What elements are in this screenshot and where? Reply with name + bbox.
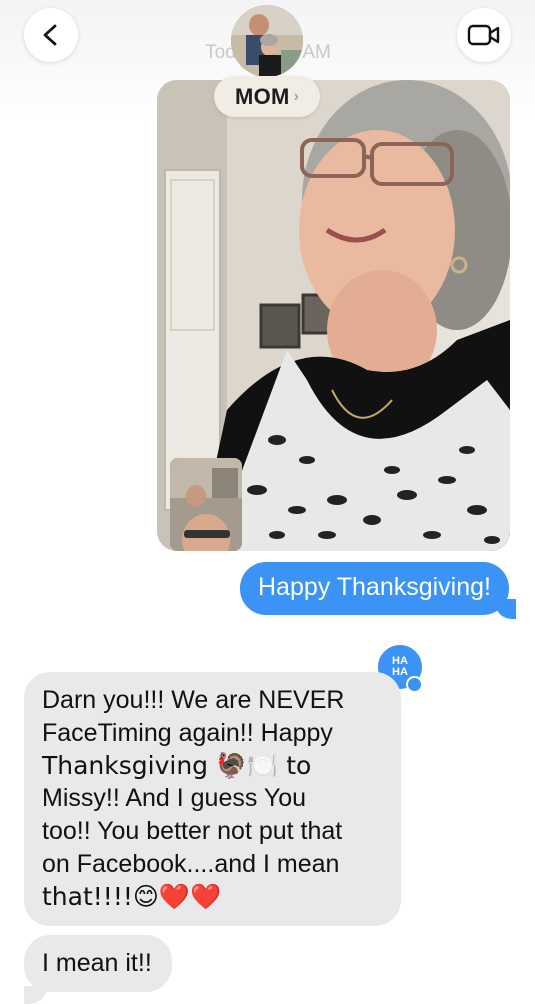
outgoing-message-bubble[interactable]: Happy Thanksgiving! — [239, 562, 517, 619]
back-button[interactable] — [24, 8, 78, 62]
facetime-screenshot-image[interactable] — [157, 80, 510, 551]
message-line: that!!!!😊❤️❤️ — [42, 881, 222, 911]
facetime-video-button[interactable] — [457, 8, 511, 62]
message-line: Missy!! And I guess You — [42, 784, 307, 813]
contact-name: MOM — [235, 83, 290, 109]
message-line: on Facebook....and I mean — [42, 849, 340, 878]
contact-avatar[interactable] — [231, 5, 303, 77]
message-line: Thanksgiving 🦃🍽️ to — [42, 750, 312, 780]
message-line: FaceTiming again!! Happy — [42, 718, 333, 747]
message-line: too!! You better not put that — [42, 817, 343, 846]
message-line: Darn you!!! We are NEVER — [42, 686, 345, 714]
tapback-label-bottom: HA — [392, 666, 408, 678]
contact-name-button[interactable]: MOM › — [214, 76, 320, 117]
incoming-message-bubble-2[interactable]: I mean it!! — [24, 935, 172, 992]
chevron-left-icon — [43, 24, 57, 46]
tapback-tail-dot-small — [414, 684, 420, 690]
video-camera-icon — [467, 24, 500, 46]
incoming-bubble-tail — [24, 986, 46, 1004]
incoming-message-bubble[interactable]: Darn you!!! We are NEVER FaceTiming agai… — [24, 672, 401, 926]
incoming-message-text-2: I mean it!! — [42, 949, 152, 977]
outgoing-message-text: Happy Thanksgiving! — [257, 573, 491, 601]
facetime-self-view-image — [170, 458, 242, 551]
chevron-right-icon: › — [293, 87, 299, 105]
